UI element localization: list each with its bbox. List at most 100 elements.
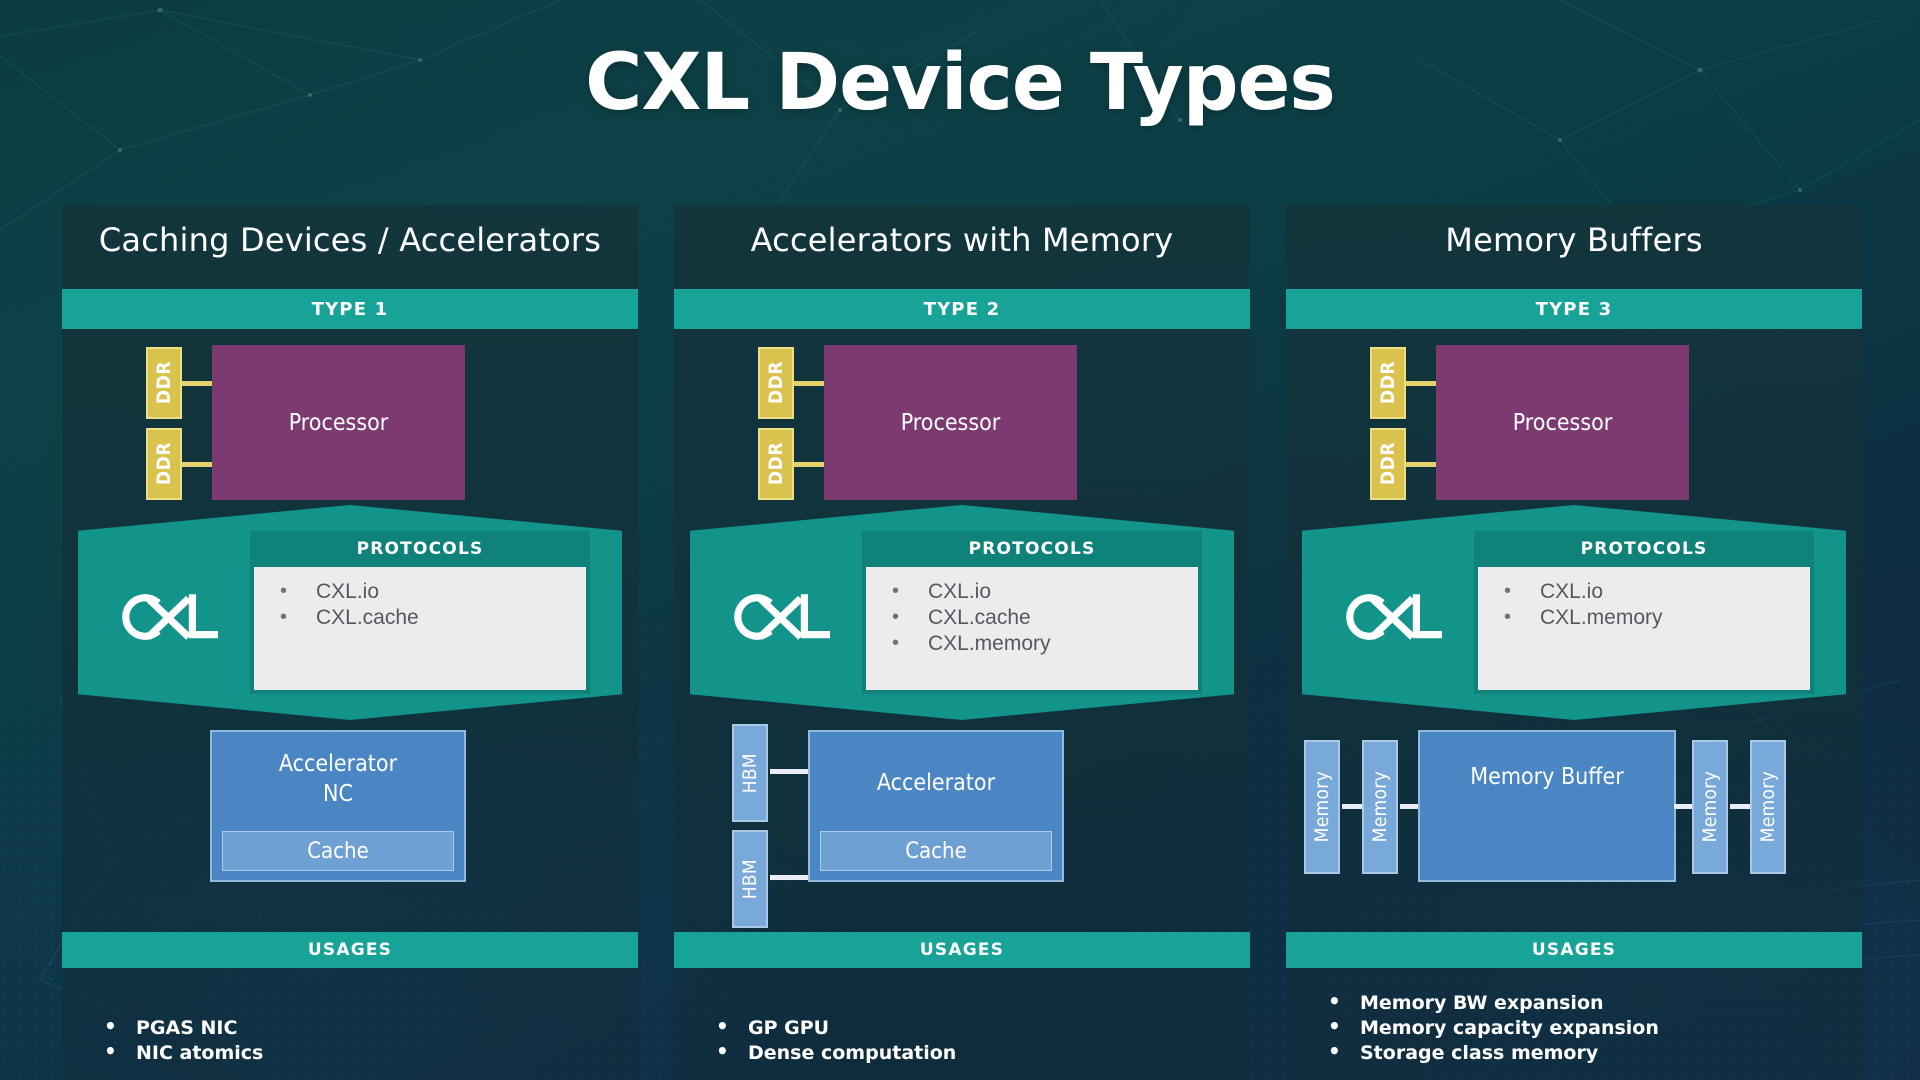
ddr-label: DDR bbox=[153, 442, 175, 486]
processor-row: DDR DDR Processor bbox=[1286, 345, 1862, 505]
usage-item: PGAS NIC bbox=[98, 1014, 618, 1041]
protocols-panel: PROTOCOLS CXL.io CXL.cache bbox=[250, 531, 590, 694]
ddr-module: DDR bbox=[146, 428, 182, 500]
type-badge: TYPE 1 bbox=[62, 289, 638, 329]
hbm-connector bbox=[770, 875, 808, 880]
type-badge-label: TYPE 3 bbox=[1535, 298, 1613, 320]
usages-heading: USAGES bbox=[1531, 940, 1617, 960]
processor-row: DDR DDR Processor bbox=[674, 345, 1250, 505]
ddr-connector bbox=[1406, 381, 1440, 386]
ddr-label: DDR bbox=[153, 361, 175, 405]
memory-label: Memory bbox=[1311, 771, 1333, 843]
usages-band: USAGES bbox=[1286, 932, 1862, 968]
processor-label: Processor bbox=[288, 409, 389, 436]
protocol-item: CXL.cache bbox=[892, 604, 1198, 631]
device-type-columns: Caching Devices / Accelerators TYPE 1 DD… bbox=[62, 205, 1862, 1080]
protocol-item: CXL.memory bbox=[892, 630, 1198, 657]
protocol-item: CXL.cache bbox=[280, 604, 586, 631]
memory-module: Memory bbox=[1304, 740, 1340, 874]
ddr-label: DDR bbox=[765, 442, 787, 486]
cxl-logo-icon bbox=[734, 594, 830, 640]
ddr-label: DDR bbox=[765, 361, 787, 405]
type-badge-label: TYPE 1 bbox=[311, 298, 389, 320]
column-heading: Caching Devices / Accelerators bbox=[98, 221, 602, 259]
hbm-label: HBM bbox=[739, 752, 761, 794]
ddr-label: DDR bbox=[1377, 442, 1399, 486]
memory-buffer-label: Memory Buffer bbox=[1420, 732, 1674, 792]
protocols-list: CXL.io CXL.cache CXL.memory bbox=[866, 567, 1198, 690]
device-row: Memory Memory Memory Buffer Memory Memor… bbox=[1286, 730, 1862, 900]
protocols-list: CXL.io CXL.cache bbox=[254, 567, 586, 690]
page-title: CXL Device Types bbox=[585, 38, 1336, 128]
hbm-module: HBM bbox=[732, 830, 768, 928]
usages-list: PGAS NIC NIC atomics bbox=[98, 1014, 618, 1066]
ddr-stack: DDR DDR bbox=[1370, 347, 1406, 500]
processor-row: DDR DDR Processor bbox=[62, 345, 638, 505]
accelerator-label: Accelerator NC bbox=[212, 732, 464, 809]
usage-item: Memory BW expansion bbox=[1322, 989, 1842, 1016]
processor-block: Processor bbox=[824, 345, 1077, 500]
type-badge: TYPE 3 bbox=[1286, 289, 1862, 329]
ddr-label: DDR bbox=[1377, 361, 1399, 405]
memory-module: Memory bbox=[1750, 740, 1786, 874]
processor-label: Processor bbox=[1512, 409, 1613, 436]
memory-label: Memory bbox=[1757, 771, 1779, 843]
ddr-stack: DDR DDR bbox=[146, 347, 182, 500]
memory-connector bbox=[1730, 804, 1750, 809]
column-type-3: Memory Buffers TYPE 3 DDR DDR Processor bbox=[1286, 205, 1862, 1080]
protocols-heading: PROTOCOLS bbox=[356, 539, 484, 559]
usages-list: GP GPU Dense computation bbox=[710, 1014, 1230, 1066]
cache-block: Cache bbox=[820, 831, 1052, 871]
ddr-connector bbox=[182, 462, 216, 467]
protocol-item: CXL.io bbox=[892, 578, 1198, 605]
accelerator-line-1: Accelerator bbox=[876, 770, 996, 796]
usage-item: GP GPU bbox=[710, 1014, 1230, 1041]
ddr-connector bbox=[1406, 462, 1440, 467]
usages-band: USAGES bbox=[674, 932, 1250, 968]
type-badge-label: TYPE 2 bbox=[923, 298, 1001, 320]
ddr-module: DDR bbox=[146, 347, 182, 419]
hbm-label: HBM bbox=[739, 858, 761, 900]
cxl-logo-icon bbox=[1346, 594, 1442, 640]
device-row: Accelerator NC Cache bbox=[62, 730, 638, 900]
type-badge: TYPE 2 bbox=[674, 289, 1250, 329]
memory-label: Memory bbox=[1369, 771, 1391, 843]
ddr-connector bbox=[182, 381, 216, 386]
memory-module: Memory bbox=[1692, 740, 1728, 874]
ddr-connector bbox=[794, 381, 828, 386]
cxl-interconnect-block: PROTOCOLS CXL.io CXL.cache CXL.memory bbox=[690, 505, 1234, 720]
accelerator-line-2: NC bbox=[323, 781, 353, 807]
protocols-heading: PROTOCOLS bbox=[1580, 539, 1708, 559]
usages-heading: USAGES bbox=[307, 940, 393, 960]
protocols-list: CXL.io CXL.memory bbox=[1478, 567, 1810, 690]
protocol-item: CXL.memory bbox=[1504, 604, 1810, 631]
protocols-panel: PROTOCOLS CXL.io CXL.cache CXL.memory bbox=[862, 531, 1202, 694]
usage-item: Dense computation bbox=[710, 1039, 1230, 1066]
cxl-interconnect-block: PROTOCOLS CXL.io CXL.memory bbox=[1302, 505, 1846, 720]
ddr-module: DDR bbox=[758, 428, 794, 500]
memory-connector bbox=[1342, 804, 1362, 809]
device-row: HBM HBM Accelerator Cache bbox=[674, 724, 1250, 928]
column-heading: Accelerators with Memory bbox=[750, 221, 1174, 259]
cxl-interconnect-block: PROTOCOLS CXL.io CXL.cache bbox=[78, 505, 622, 720]
protocols-panel: PROTOCOLS CXL.io CXL.memory bbox=[1474, 531, 1814, 694]
ddr-module: DDR bbox=[1370, 428, 1406, 500]
memory-label: Memory bbox=[1699, 771, 1721, 843]
cxl-logo-icon bbox=[122, 594, 218, 640]
usages-band: USAGES bbox=[62, 932, 638, 968]
memory-module: Memory bbox=[1362, 740, 1398, 874]
protocols-heading: PROTOCOLS bbox=[968, 539, 1096, 559]
processor-block: Processor bbox=[1436, 345, 1689, 500]
column-type-2: Accelerators with Memory TYPE 2 DDR DDR … bbox=[674, 205, 1250, 1080]
accelerator-block: Accelerator Cache bbox=[808, 730, 1064, 882]
memory-connector bbox=[1400, 804, 1420, 809]
usage-item: NIC atomics bbox=[98, 1039, 618, 1066]
accelerator-line-1: Accelerator bbox=[278, 751, 398, 777]
usage-item: Memory capacity expansion bbox=[1322, 1014, 1842, 1041]
protocol-item: CXL.io bbox=[280, 578, 586, 605]
usages-heading: USAGES bbox=[919, 940, 1005, 960]
column-type-1: Caching Devices / Accelerators TYPE 1 DD… bbox=[62, 205, 638, 1080]
memory-connector bbox=[1674, 804, 1694, 809]
ddr-stack: DDR DDR bbox=[758, 347, 794, 500]
accelerator-label: Accelerator bbox=[810, 732, 1062, 798]
